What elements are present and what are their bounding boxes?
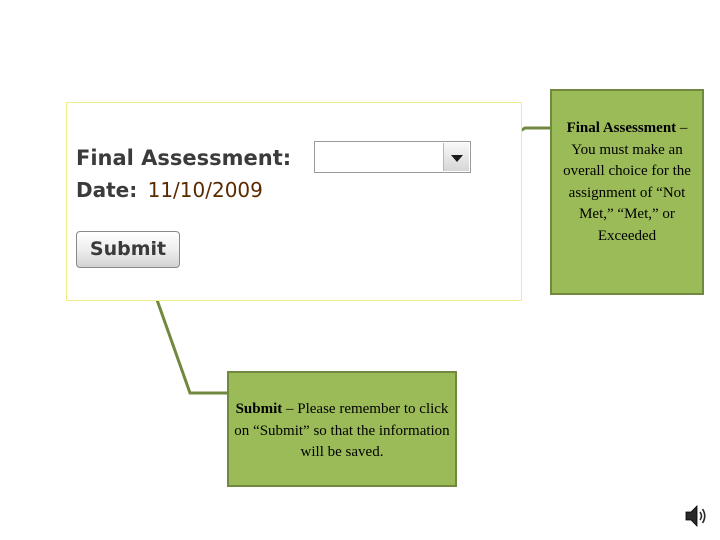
final-assessment-label: Final Assessment: (76, 146, 292, 170)
submit-callout-title: Submit (235, 401, 283, 417)
speaker-icon[interactable] (684, 503, 708, 529)
final-assessment-callout: Final Assessment – You must make an over… (550, 89, 704, 295)
date-label: Date: (76, 178, 138, 202)
assessment-form-panel: Final Assessment: Date: 11/10/2009 Submi… (66, 102, 522, 301)
dropdown-arrow-button[interactable] (443, 143, 469, 171)
submit-button[interactable]: Submit (76, 231, 180, 268)
final-assessment-callout-title: Final Assessment (566, 120, 677, 136)
date-row: Date: 11/10/2009 (76, 178, 263, 202)
final-assessment-select[interactable] (314, 141, 471, 173)
chevron-down-icon (451, 155, 463, 162)
final-assessment-callout-body: – You must make an overall choice for th… (563, 120, 691, 244)
submit-callout: Submit – Please remember to click on “Su… (227, 371, 457, 487)
date-value: 11/10/2009 (147, 178, 263, 202)
